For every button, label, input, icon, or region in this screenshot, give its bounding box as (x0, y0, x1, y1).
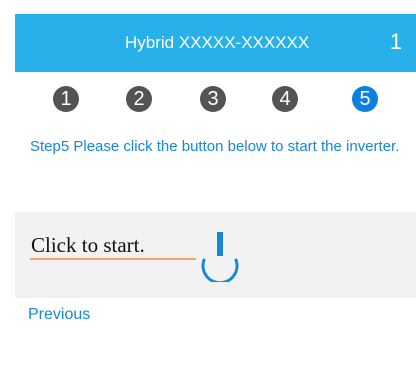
step-2-indicator: 2 (126, 86, 152, 112)
step-instruction: Step5 Please click the button below to s… (30, 138, 400, 155)
wizard-window: Hybrid XXXXX-XXXXXX 1 1 2 3 4 5 Step5 Pl… (0, 0, 416, 386)
step-progress: 1 2 3 4 5 (15, 84, 416, 116)
start-panel: Click to start. (15, 212, 416, 298)
previous-link[interactable]: Previous (28, 305, 90, 325)
step-3-indicator: 3 (200, 86, 226, 112)
step-4-indicator: 4 (272, 86, 298, 112)
power-icon (201, 232, 239, 282)
power-button[interactable] (192, 230, 248, 282)
step-5-indicator: 5 (352, 86, 378, 112)
wizard-title: Hybrid XXXXX-XXXXXX (125, 33, 310, 52)
wizard-header: Hybrid XXXXX-XXXXXX 1 (15, 14, 416, 72)
start-label: Click to start. (31, 233, 145, 257)
step-1-indicator: 1 (53, 86, 79, 112)
page-indicator: 1 (389, 29, 402, 54)
start-label-underline (30, 258, 196, 260)
